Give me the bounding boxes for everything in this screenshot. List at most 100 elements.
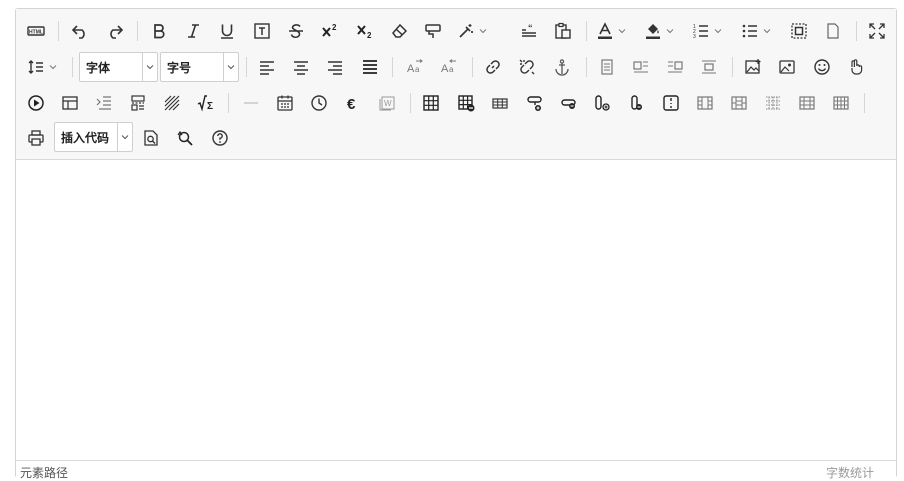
toolbar-separator xyxy=(472,57,473,77)
toolbar-separator xyxy=(864,93,865,113)
text-direction-rtl-icon[interactable]: Aa xyxy=(436,54,462,80)
eraser-icon[interactable] xyxy=(386,18,412,44)
strikethrough-icon[interactable] xyxy=(283,18,309,44)
fullscreen-icon[interactable] xyxy=(864,18,890,44)
insert-col-icon[interactable] xyxy=(590,90,616,116)
delete-row-icon[interactable] xyxy=(556,90,582,116)
insert-row-icon[interactable] xyxy=(487,90,513,116)
image-center-icon[interactable] xyxy=(696,54,722,80)
unordered-list-icon[interactable] xyxy=(737,18,775,44)
toolbar-separator xyxy=(246,57,247,77)
subscript-icon[interactable]: 2 xyxy=(352,18,378,44)
svg-text:A: A xyxy=(441,63,449,75)
font-family-label: 字体 xyxy=(86,60,111,75)
unlink-icon[interactable] xyxy=(514,54,540,80)
undo-icon[interactable] xyxy=(67,18,93,44)
superscript-icon[interactable]: 2 xyxy=(317,18,343,44)
delete-col-icon[interactable] xyxy=(624,90,650,116)
print-icon[interactable] xyxy=(23,125,49,151)
time-icon[interactable] xyxy=(306,90,332,116)
editor-statusbar: 元素路径 字数统计 xyxy=(16,460,896,481)
merge-right-icon[interactable] xyxy=(692,90,718,116)
background-icon[interactable] xyxy=(159,90,185,116)
font-color-icon[interactable] xyxy=(592,18,630,44)
indent-icon[interactable] xyxy=(91,90,117,116)
search-replace-icon[interactable] xyxy=(172,125,198,151)
insert-row-after-icon[interactable] xyxy=(522,90,548,116)
emoji-icon[interactable] xyxy=(809,54,835,80)
background-image-icon[interactable] xyxy=(774,54,800,80)
background-color-icon[interactable] xyxy=(640,18,678,44)
split-cols-icon[interactable] xyxy=(828,90,854,116)
merge-cells-icon[interactable] xyxy=(658,90,684,116)
underline-icon[interactable] xyxy=(214,18,240,44)
svg-text:HTML: HTML xyxy=(29,29,43,35)
template-icon[interactable] xyxy=(57,90,83,116)
delete-table-icon[interactable] xyxy=(453,90,479,116)
line-height-icon[interactable] xyxy=(23,54,61,80)
font-size-select[interactable]: 字号 xyxy=(160,52,239,82)
toolbar-separator xyxy=(137,21,138,41)
svg-text:A: A xyxy=(407,63,415,75)
preview-icon[interactable] xyxy=(138,125,164,151)
align-left-icon[interactable] xyxy=(254,54,280,80)
paste-plain-icon[interactable] xyxy=(550,18,576,44)
text-direction-ltr-icon[interactable]: Aa xyxy=(402,54,428,80)
insert-image-icon[interactable] xyxy=(740,54,766,80)
split-rows-icon[interactable] xyxy=(794,90,820,116)
link-icon[interactable] xyxy=(480,54,506,80)
bold-icon[interactable] xyxy=(146,18,172,44)
source-code-icon[interactable]: HTML xyxy=(23,18,49,44)
font-family-select[interactable]: 字体 xyxy=(79,52,158,82)
svg-text:Σ: Σ xyxy=(207,101,213,112)
insert-table-icon[interactable] xyxy=(418,90,444,116)
insert-code-label: 插入代码 xyxy=(61,130,110,145)
toolbar-separator xyxy=(586,21,587,41)
merge-down-icon[interactable] xyxy=(726,90,752,116)
chevron-down-icon xyxy=(142,53,157,81)
horizontal-rule-icon[interactable] xyxy=(238,90,264,116)
image-none-icon[interactable] xyxy=(594,54,620,80)
clear-doc-icon[interactable] xyxy=(820,18,846,44)
auto-format-icon[interactable] xyxy=(453,18,491,44)
anchor-icon[interactable] xyxy=(549,54,575,80)
image-left-icon[interactable] xyxy=(628,54,654,80)
format-painter-icon[interactable] xyxy=(420,18,446,44)
chevron-down-icon xyxy=(117,123,132,151)
svg-text:“: “ xyxy=(528,23,533,33)
svg-text:W: W xyxy=(384,99,392,108)
toolbar-separator xyxy=(58,21,59,41)
blockquote-icon[interactable]: “ xyxy=(516,18,542,44)
toolbar-separator xyxy=(410,93,411,113)
page-break-icon[interactable] xyxy=(125,90,151,116)
toolbar-separator xyxy=(732,57,733,77)
italic-icon[interactable] xyxy=(180,18,206,44)
select-all-icon[interactable] xyxy=(786,18,812,44)
scrawl-icon[interactable] xyxy=(843,54,869,80)
split-cells-icon[interactable] xyxy=(760,90,786,116)
justify-icon[interactable] xyxy=(357,54,383,80)
toolbar-separator xyxy=(392,57,393,77)
wordimage-icon[interactable]: W xyxy=(374,90,400,116)
insert-code-select[interactable]: 插入代码 xyxy=(54,122,133,152)
editor-content-area[interactable] xyxy=(16,160,896,459)
svg-text:2: 2 xyxy=(367,31,372,40)
insert-video-icon[interactable] xyxy=(23,90,49,116)
toolbar-separator xyxy=(586,57,587,77)
align-right-icon[interactable] xyxy=(322,54,348,80)
formula-icon[interactable]: Σ xyxy=(193,90,219,116)
align-center-icon[interactable] xyxy=(288,54,314,80)
help-icon[interactable] xyxy=(207,125,233,151)
svg-text:a: a xyxy=(449,65,454,74)
redo-icon[interactable] xyxy=(102,18,128,44)
editor-toolbar: HTML 2 2 “ 1 2 3 字体 字号 A a A a Σ € W 插入代… xyxy=(16,9,896,160)
font-size-label: 字号 xyxy=(167,60,192,75)
special-char-icon[interactable]: € xyxy=(340,90,366,116)
toolbar-separator xyxy=(856,21,857,41)
toolbar-separator xyxy=(228,93,229,113)
font-border-icon[interactable] xyxy=(249,18,275,44)
ordered-list-icon[interactable]: 123 xyxy=(688,18,726,44)
date-icon[interactable] xyxy=(272,90,298,116)
svg-text:2: 2 xyxy=(332,23,337,32)
image-right-icon[interactable] xyxy=(662,54,688,80)
